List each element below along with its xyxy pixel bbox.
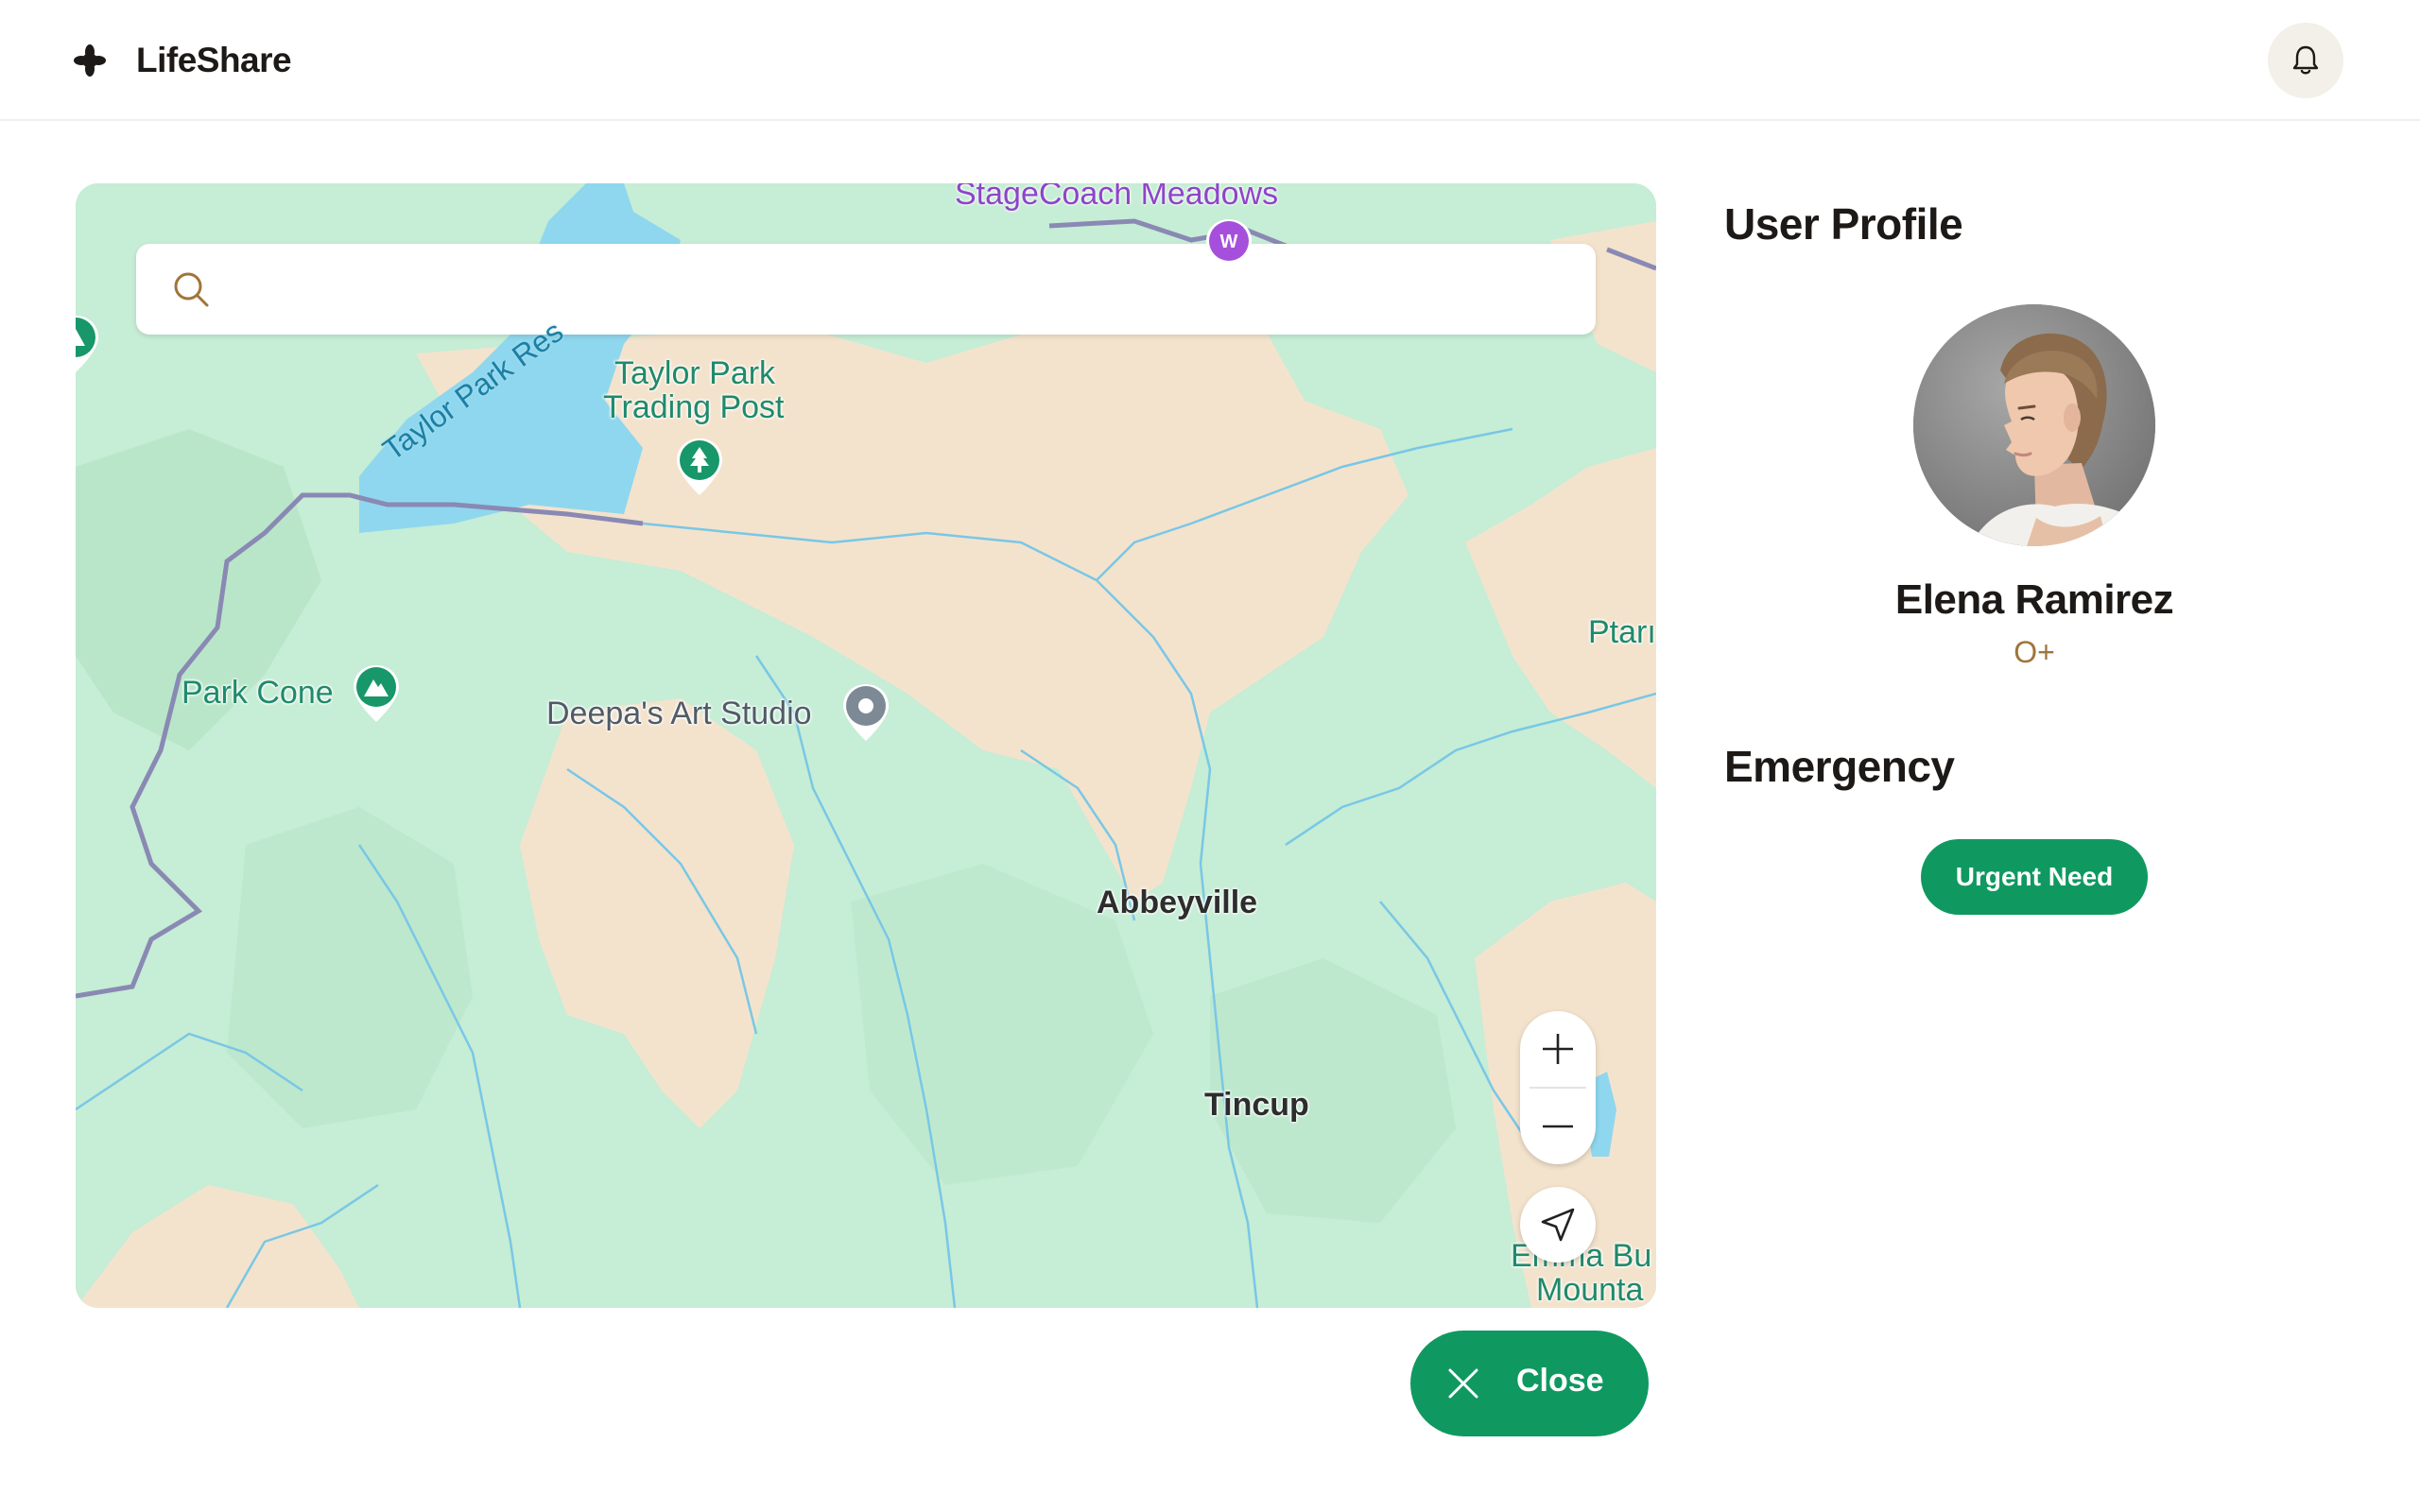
map-pin-art-studio[interactable]: [838, 680, 894, 748]
emergency-section-title: Emergency: [1724, 742, 1955, 791]
map-view[interactable]: StageCoach Meadows Taylor Park Res Taylo…: [76, 183, 1656, 1308]
map-label-tincup[interactable]: Tincup: [1204, 1087, 1309, 1124]
blood-type-badge: O+: [2014, 635, 2055, 669]
navigation-arrow-icon: [1541, 1208, 1575, 1242]
map-label-art-studio[interactable]: Deepa's Art Studio: [546, 696, 812, 732]
asterisk-icon: [74, 44, 106, 77]
zoom-out-button[interactable]: [1520, 1089, 1596, 1164]
map-pin-stagecoach[interactable]: W: [1201, 215, 1257, 284]
zoom-control: [1520, 1011, 1596, 1164]
close-icon: [1448, 1368, 1478, 1399]
brand[interactable]: LifeShare: [74, 40, 292, 81]
profile-section-title: User Profile: [1724, 199, 1963, 249]
zoom-in-button[interactable]: [1520, 1011, 1596, 1087]
map-pin-park-cone[interactable]: [348, 662, 405, 730]
minus-icon: [1543, 1125, 1573, 1128]
svg-text:W: W: [1220, 232, 1238, 252]
map-pin-trading-post[interactable]: [671, 435, 728, 503]
map-label-trading-post-line2[interactable]: Trading Post: [603, 389, 785, 426]
search-icon: [174, 272, 209, 307]
locate-me-button[interactable]: [1520, 1187, 1596, 1263]
map-label-emma-line2[interactable]: Mounta: [1536, 1272, 1643, 1308]
notifications-button[interactable]: [2268, 23, 2343, 98]
map-label-stagecoach-meadows[interactable]: StageCoach Meadows: [955, 183, 1278, 213]
close-button-label: Close: [1516, 1363, 1604, 1399]
urgent-need-button[interactable]: Urgent Need: [1921, 839, 2148, 915]
bell-icon: [2292, 45, 2319, 75]
plus-icon: [1543, 1034, 1573, 1064]
search-input[interactable]: [231, 261, 1573, 318]
user-name: Elena Ramirez: [1894, 576, 2174, 623]
app-header: LifeShare: [0, 0, 2420, 121]
map-label-park-cone[interactable]: Park Cone: [182, 675, 334, 712]
map-label-abbeyville[interactable]: Abbeyville: [1097, 885, 1257, 921]
app-name: LifeShare: [136, 41, 292, 79]
map-pin-campground-edge[interactable]: [76, 312, 104, 380]
map-search-bar[interactable]: [136, 244, 1596, 335]
avatar: [1913, 304, 2155, 546]
avatar-portrait: [1913, 304, 2155, 546]
map-label-trading-post-line1[interactable]: Taylor Park: [614, 355, 775, 392]
close-button[interactable]: Close: [1410, 1331, 1649, 1436]
map-label-ptarmigan[interactable]: Ptarı: [1588, 614, 1656, 651]
